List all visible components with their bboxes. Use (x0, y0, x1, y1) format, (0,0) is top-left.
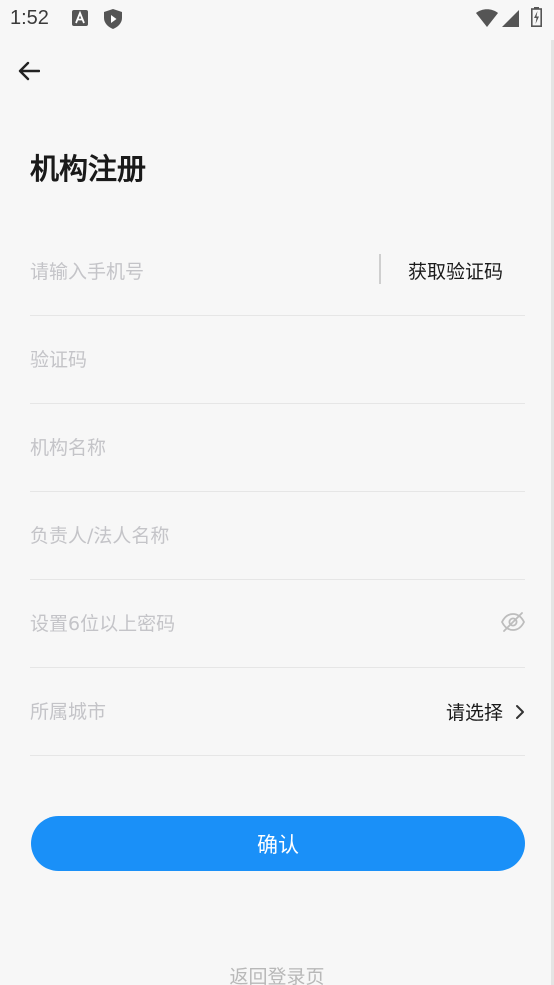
city-row[interactable]: 所属城市 请选择 (30, 668, 525, 756)
signal-icon (502, 10, 519, 31)
a-notification-icon (72, 9, 88, 31)
get-code-button[interactable]: 获取验证码 (408, 228, 503, 316)
page-title: 机构注册 (30, 152, 147, 186)
back-button[interactable] (14, 56, 44, 86)
code-row (30, 316, 525, 404)
phone-row: 获取验证码 (30, 228, 525, 316)
city-label: 所属城市 (30, 701, 107, 723)
password-input[interactable] (30, 580, 370, 667)
org-name-input[interactable] (30, 404, 370, 491)
eye-off-icon[interactable] (500, 611, 526, 637)
password-row (30, 580, 526, 668)
status-bar: 1:52 (0, 0, 554, 38)
battery-icon (531, 7, 542, 31)
legal-person-row (30, 492, 525, 580)
chevron-right-icon (516, 704, 524, 719)
confirm-button[interactable]: 确认 (31, 816, 525, 871)
city-value: 请选择 (445, 702, 503, 724)
org-name-row (30, 404, 525, 492)
phone-input[interactable] (30, 228, 370, 315)
shield-play-icon (104, 9, 122, 33)
legal-person-input[interactable] (30, 492, 370, 579)
code-divider (379, 254, 381, 284)
wifi-icon (476, 9, 498, 31)
arrow-left-icon (18, 61, 40, 81)
back-to-login-link[interactable]: 返回登录页 (0, 962, 554, 985)
code-input[interactable] (30, 316, 370, 403)
city-select[interactable]: 请选择 (446, 668, 525, 755)
registration-screen: 1:52 机构注册 请输入手机号 获取验证码 验证码 机构名称 负责人/法人名称… (0, 0, 554, 985)
status-time: 1:52 (10, 7, 49, 29)
